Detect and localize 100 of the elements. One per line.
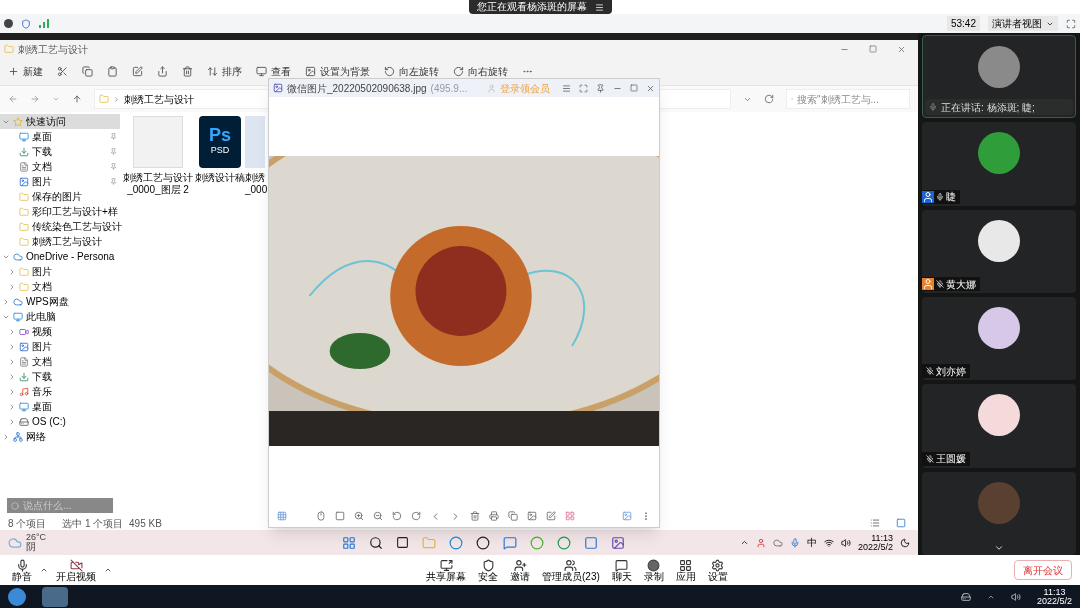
sidebar-item[interactable]: 彩印工艺与设计+样 (0, 204, 120, 219)
rotate-left-icon[interactable] (392, 511, 402, 521)
chevron-icon[interactable] (8, 267, 16, 276)
info-icon[interactable] (4, 19, 13, 28)
invite-icon[interactable] (513, 558, 527, 572)
chevron-icon[interactable] (2, 432, 10, 441)
sidebar-item[interactable]: 下载 (0, 369, 120, 384)
chat-icon[interactable] (615, 558, 629, 572)
toolbar-button[interactable]: 排序 (207, 64, 242, 79)
thumbnails-icon[interactable] (277, 511, 287, 521)
sidebar-item[interactable]: WPS网盘 (0, 294, 120, 309)
new-icon[interactable] (8, 66, 19, 77)
microphone-icon[interactable] (789, 537, 800, 548)
restore-icon[interactable] (869, 45, 877, 53)
start-icon[interactable] (341, 535, 356, 550)
copy-icon[interactable] (82, 66, 93, 77)
volume-icon[interactable] (1010, 591, 1021, 602)
settings-icon[interactable] (711, 558, 725, 572)
volume-icon[interactable] (840, 537, 851, 548)
sidebar-item[interactable]: 网络 (0, 429, 120, 444)
rotate-left-icon[interactable] (384, 66, 395, 77)
cut-icon[interactable] (57, 66, 68, 77)
sidebar-item[interactable]: 保存的图片 (0, 189, 120, 204)
mail-icon[interactable] (502, 535, 517, 550)
meeting-control[interactable]: 邀请 (510, 558, 530, 582)
chevron-icon[interactable] (8, 342, 16, 351)
sidebar-item[interactable]: 传统染色工艺与设计 (0, 219, 120, 234)
image-icon[interactable] (622, 511, 632, 521)
menu-icon[interactable] (594, 2, 604, 12)
sidebar-item[interactable]: 图片 (0, 339, 120, 354)
meeting-control[interactable]: 聊天 (611, 558, 632, 582)
view-icon[interactable] (256, 66, 267, 77)
sidebar-item[interactable]: 图片 (0, 264, 120, 279)
sort-icon[interactable] (207, 66, 218, 77)
task-view-icon[interactable] (395, 535, 409, 549)
sidebar-item[interactable]: 文档 (0, 354, 120, 369)
image-icon[interactable] (527, 511, 537, 521)
record-icon[interactable] (647, 558, 661, 572)
up-icon[interactable] (72, 94, 82, 104)
meeting-control[interactable]: 录制 (643, 558, 664, 582)
sidebar-item[interactable]: 图片 (0, 174, 120, 189)
participant-tile[interactable]: 睫 (922, 122, 1076, 206)
close-icon[interactable] (646, 83, 655, 93)
video-icon[interactable] (69, 558, 83, 572)
participant-tile[interactable]: 黄大娜 (922, 209, 1076, 294)
search-icon[interactable] (368, 535, 383, 550)
meeting-control[interactable]: 管理成员(23) (542, 558, 600, 582)
comment-field[interactable]: 说点什么... (7, 498, 113, 513)
maximize-icon[interactable] (630, 84, 638, 92)
mouse-icon[interactable] (316, 511, 326, 521)
zoom-out-icon[interactable] (373, 511, 383, 521)
chevron-icon[interactable] (8, 327, 16, 336)
delete-icon[interactable] (470, 511, 480, 521)
edit-icon[interactable] (546, 511, 556, 521)
toolbar-button[interactable]: 设置为背景 (305, 64, 370, 79)
members-icon[interactable] (564, 558, 578, 572)
tiles-view-icon[interactable] (896, 518, 906, 528)
share-icon[interactable] (439, 558, 453, 572)
pin-icon[interactable] (596, 83, 605, 93)
meeting-control[interactable]: 设置 (707, 558, 728, 582)
meeting-app-taskbar-icon[interactable] (42, 586, 68, 607)
toolbar-button[interactable]: 向左旋转 (384, 64, 439, 79)
share-icon[interactable] (157, 66, 168, 77)
options-caret-icon[interactable] (104, 566, 112, 574)
sidebar-item[interactable]: 下载 (0, 144, 120, 159)
sidebar-item[interactable]: 文档 (0, 159, 120, 174)
print-icon[interactable] (489, 511, 499, 521)
chevron-icon[interactable] (2, 297, 10, 306)
zoom-in-icon[interactable] (354, 511, 364, 521)
participant-tile[interactable]: 正在讲话: 杨添斑; 睫; (922, 35, 1076, 119)
chevron-icon[interactable] (8, 387, 16, 396)
sidebar-item[interactable]: 此电脑 (0, 309, 120, 324)
chevron-icon[interactable] (113, 95, 120, 103)
fullscreen-icon[interactable] (1066, 18, 1076, 29)
sidebar-item[interactable]: 音乐 (0, 384, 120, 399)
shield-icon[interactable] (21, 18, 31, 29)
cloud-icon[interactable] (772, 537, 783, 548)
meeting-control[interactable]: 静音 (8, 558, 36, 582)
fullscreen-icon[interactable] (579, 83, 588, 93)
apps-icon[interactable] (679, 558, 693, 572)
chevron-icon[interactable] (8, 357, 16, 366)
leave-meeting-button[interactable]: 离开会议 (1014, 560, 1072, 580)
meeting-control[interactable]: 共享屏幕 (426, 558, 466, 582)
mic-icon[interactable] (15, 558, 29, 572)
sidebar-item[interactable]: OneDrive - Persona (0, 249, 120, 264)
delete-icon[interactable] (182, 66, 193, 77)
search-field[interactable]: 搜索"刺绣工艺与... (786, 89, 910, 109)
meeting-app-icon[interactable] (583, 535, 598, 550)
chevron-icon[interactable] (8, 402, 16, 411)
input-method[interactable]: 中 (806, 535, 817, 550)
photos-app-icon[interactable] (610, 535, 625, 550)
sidebar-item[interactable]: 快速访问 (0, 114, 120, 129)
history-icon[interactable] (52, 95, 60, 103)
actual-size-icon[interactable] (335, 511, 345, 521)
file-item[interactable]: 刺绣工艺与设计 _0000_图层 2 (122, 116, 194, 196)
file-item[interactable]: 刺绣 _000 (245, 116, 265, 196)
security-icon[interactable] (481, 558, 495, 572)
meeting-control[interactable]: 安全 (478, 558, 498, 582)
toolbar-button[interactable]: 向右旋转 (453, 64, 508, 79)
sidebar-item[interactable]: OS (C:) (0, 414, 120, 429)
